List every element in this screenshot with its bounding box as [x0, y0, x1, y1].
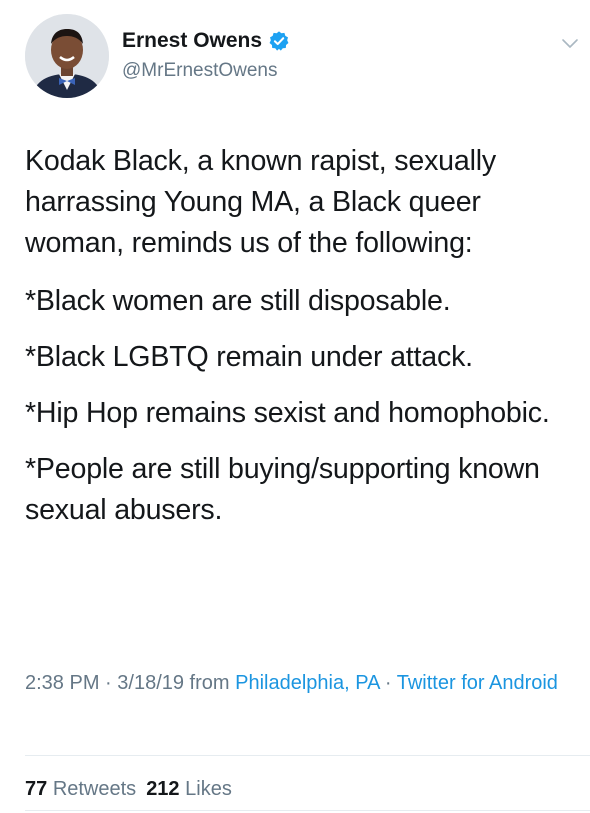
chevron-down-icon[interactable] — [561, 34, 579, 52]
tweet-card: Ernest Owens @MrErnestOwens Kodak Black,… — [0, 0, 590, 813]
likes-stat[interactable]: 212 Likes — [146, 778, 232, 800]
source-link[interactable]: Twitter for Android — [397, 672, 558, 694]
author-display-name[interactable]: Ernest Owens — [122, 28, 290, 54]
profile-photo-icon — [25, 14, 109, 98]
meta-separator: · — [379, 672, 397, 694]
retweets-count: 77 — [25, 778, 48, 800]
tweet-metadata: 2:38 PM · 3/18/19 from Philadelphia, PA … — [25, 667, 580, 699]
author-handle[interactable]: @MrErnestOwens — [122, 58, 290, 84]
meta-separator: · — [99, 672, 118, 694]
tweet-stats: 77 Retweets 212 Likes — [25, 774, 232, 804]
author-names: Ernest Owens @MrErnestOwens — [122, 28, 290, 84]
location-link[interactable]: Philadelphia, PA — [235, 672, 379, 694]
retweets-stat[interactable]: 77 Retweets — [25, 778, 136, 800]
from-label: from — [184, 672, 236, 694]
tweet-paragraph: *People are still buying/supporting know… — [25, 453, 540, 526]
author-display-name-text: Ernest Owens — [122, 29, 263, 52]
tweet-date[interactable]: 3/18/19 — [117, 672, 184, 694]
divider — [25, 755, 590, 756]
tweet-paragraph: *Black women are still disposable. — [25, 285, 451, 317]
likes-count: 212 — [146, 778, 180, 800]
likes-label: Likes — [185, 778, 232, 800]
tweet-paragraph: *Hip Hop remains sexist and homophobic. — [25, 397, 550, 429]
tweet-text: Kodak Black, a known rapist, sexually ha… — [25, 141, 585, 546]
tweet-time[interactable]: 2:38 PM — [25, 672, 99, 694]
retweets-label: Retweets — [52, 778, 137, 800]
verified-badge-icon — [268, 30, 290, 52]
tweet-paragraph: Kodak Black, a known rapist, sexually ha… — [25, 145, 496, 259]
avatar[interactable] — [25, 14, 109, 98]
divider — [25, 810, 590, 811]
tweet-header: Ernest Owens @MrErnestOwens — [25, 14, 585, 104]
tweet-paragraph: *Black LGBTQ remain under attack. — [25, 341, 473, 373]
